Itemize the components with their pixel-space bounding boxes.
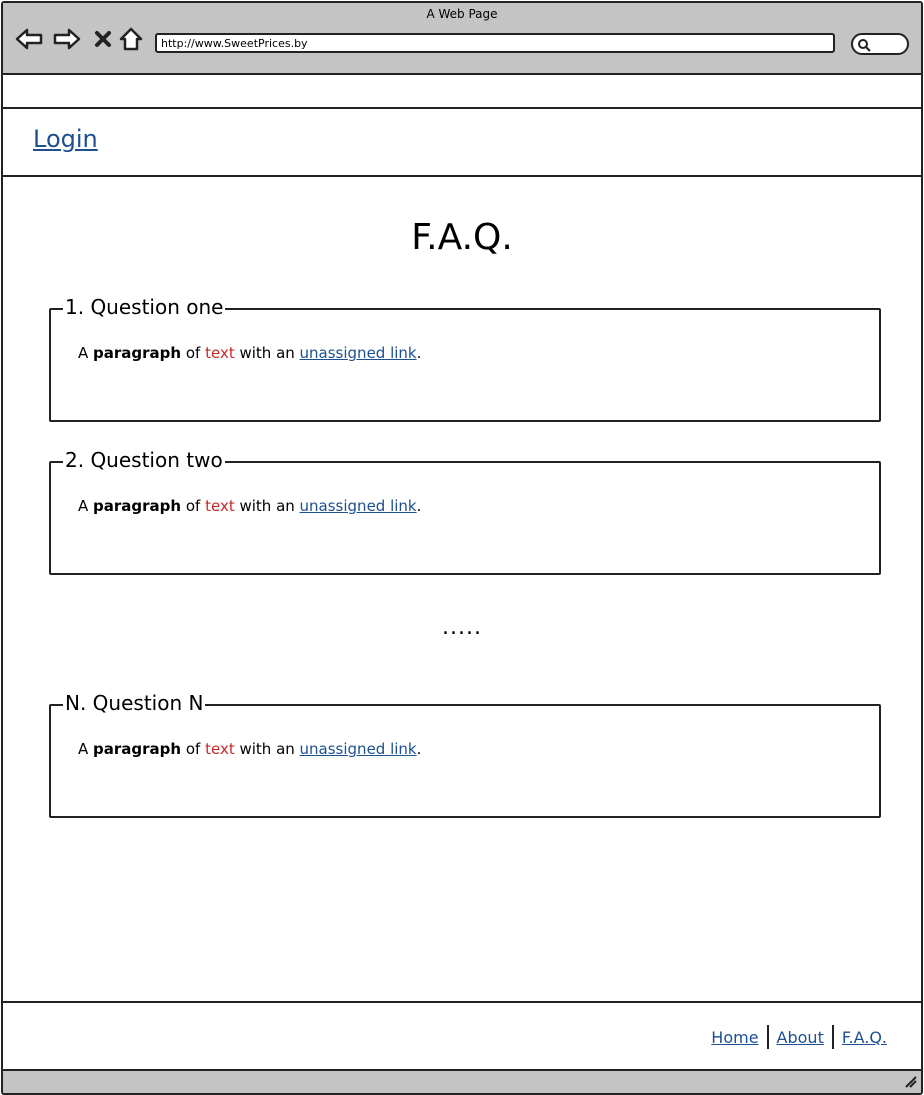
faq-answer-1: A paragraph of text with an unassigned l… — [78, 344, 421, 362]
browser-window: A Web Page http://www.SweetPrices.by Log… — [1, 1, 923, 1095]
faq-item-1: 1. Question one A paragraph of text with… — [49, 293, 881, 422]
resize-grip-icon[interactable] — [903, 1074, 917, 1088]
answer-red-text: text — [205, 344, 235, 362]
answer-text: of — [181, 497, 206, 515]
login-link[interactable]: Login — [33, 125, 98, 153]
address-bar[interactable]: http://www.SweetPrices.by — [155, 33, 835, 53]
home-icon[interactable] — [117, 25, 145, 53]
footer-link-about[interactable]: About — [769, 1028, 832, 1047]
answer-text: with an — [234, 740, 300, 758]
site-footer: Home About F.A.Q. — [3, 1001, 921, 1071]
unassigned-link[interactable]: unassigned link — [300, 344, 417, 362]
answer-text: A — [78, 497, 94, 515]
faq-question-1: 1. Question one — [63, 293, 226, 321]
back-arrow-icon[interactable] — [15, 25, 43, 53]
top-band — [3, 75, 921, 109]
footer-nav: Home About F.A.Q. — [703, 1025, 887, 1049]
answer-text: of — [181, 740, 206, 758]
answer-red-text: text — [205, 497, 235, 515]
window-title: A Web Page — [426, 7, 498, 21]
answer-text: with an — [234, 344, 300, 362]
answer-red-text: text — [205, 740, 235, 758]
answer-text: of — [181, 344, 206, 362]
answer-text: A — [78, 740, 94, 758]
answer-bold-text: paragraph — [93, 344, 182, 362]
footer-link-faq[interactable]: F.A.Q. — [834, 1028, 887, 1047]
answer-text: . — [416, 344, 422, 362]
page-title: F.A.Q. — [411, 217, 513, 258]
answer-bold-text: paragraph — [93, 740, 182, 758]
close-icon[interactable] — [89, 25, 117, 53]
faq-item-n: N. Question N A paragraph of text with a… — [49, 689, 881, 818]
answer-bold-text: paragraph — [93, 497, 182, 515]
answer-text: . — [416, 740, 422, 758]
browser-toolbar: A Web Page http://www.SweetPrices.by — [3, 3, 921, 75]
footer-link-home[interactable]: Home — [703, 1028, 766, 1047]
unassigned-link[interactable]: unassigned link — [300, 497, 417, 515]
faq-question-n: N. Question N — [63, 689, 206, 717]
search-box[interactable] — [851, 33, 909, 55]
status-bar — [3, 1069, 921, 1093]
answer-text: . — [416, 497, 422, 515]
more-questions-ellipsis: ..... — [442, 615, 482, 640]
faq-question-2: 2. Question two — [63, 446, 225, 474]
faq-answer-2: A paragraph of text with an unassigned l… — [78, 497, 421, 515]
answer-text: with an — [234, 497, 300, 515]
site-header: Login — [3, 109, 921, 177]
answer-text: A — [78, 344, 94, 362]
faq-answer-n: A paragraph of text with an unassigned l… — [78, 740, 421, 758]
search-icon — [858, 39, 871, 52]
faq-item-2: 2. Question two A paragraph of text with… — [49, 446, 881, 575]
unassigned-link[interactable]: unassigned link — [300, 740, 417, 758]
forward-arrow-icon[interactable] — [53, 25, 81, 53]
